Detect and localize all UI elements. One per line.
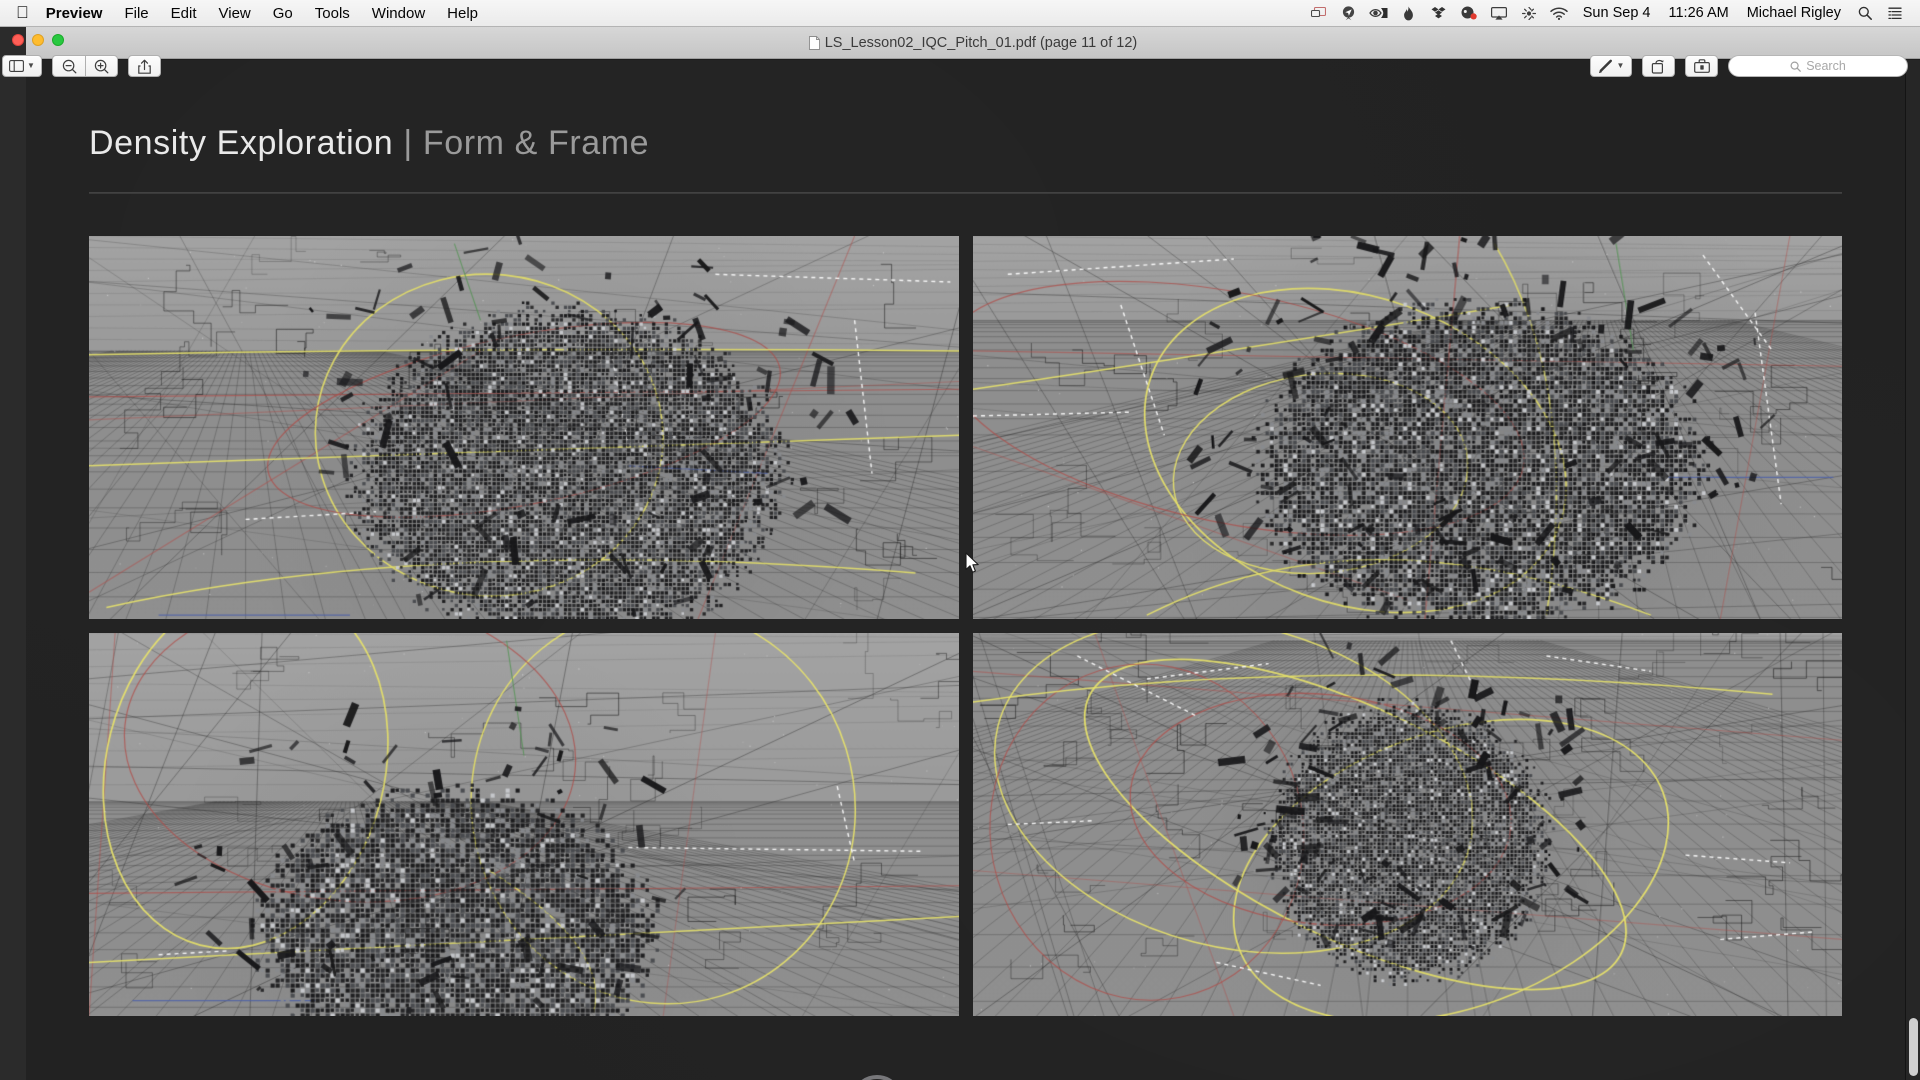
minimize-button[interactable] (32, 34, 44, 46)
render-bottom-right[interactable] (972, 633, 1842, 1016)
rotate-icon (1651, 59, 1664, 74)
menu-bar-status-area: Sun Sep 4 11:26 AM Michael Rigley (1304, 0, 1920, 27)
zoom-out-button[interactable] (52, 55, 85, 77)
preview-window: LS_Lesson02_IQC_Pitch_01.pdf (page 11 of… (0, 27, 1920, 1080)
sidebar-toggle-button[interactable]: ▼ (2, 55, 42, 77)
menubar-username[interactable]: Michael Rigley (1738, 5, 1850, 21)
page-title: Density Exploration | Form & Frame (89, 124, 649, 163)
toolbar-left-group: ▼ (2, 55, 161, 77)
chevron-down-icon: ▼ (27, 61, 35, 70)
render-grid (89, 236, 1842, 1016)
dropbox-icon[interactable] (1424, 0, 1454, 27)
wifi-icon[interactable] (1544, 0, 1574, 27)
zoom-button-group (52, 55, 118, 77)
close-button[interactable] (12, 34, 24, 46)
menu-item-view[interactable]: View (208, 0, 262, 27)
screen-mirroring-icon[interactable] (1304, 0, 1334, 27)
menu-item-window[interactable]: Window (361, 0, 436, 27)
render-top-left[interactable] (89, 236, 959, 619)
apple-menu-icon[interactable]:  (16, 4, 29, 21)
menubar-time[interactable]: 11:26 AM (1660, 5, 1738, 21)
vertical-scrollbar[interactable] (1905, 60, 1920, 1080)
sidebar-icon (9, 60, 24, 72)
menu-item-edit[interactable]: Edit (160, 0, 208, 27)
notification-center-icon[interactable] (1880, 0, 1910, 27)
toolbox-icon (1693, 59, 1710, 73)
menubar-date[interactable]: Sun Sep 4 (1574, 5, 1660, 21)
menu-item-help[interactable]: Help (436, 0, 489, 27)
markup-toolbar-button[interactable]: ▼ (1590, 55, 1632, 77)
bluetooth-sharing-icon[interactable] (1514, 0, 1544, 27)
location-pin-icon[interactable] (1334, 0, 1364, 27)
zoom-out-icon (62, 59, 76, 73)
window-left-edge (0, 27, 26, 1080)
search-icon[interactable] (1850, 0, 1880, 27)
menu-items: Preview File Edit View Go Tools Window Help (35, 0, 489, 27)
menu-item-preview[interactable]: Preview (35, 0, 114, 27)
macos-menu-bar:  PreviewFileEditViewGoToolsWindowHelp (0, 0, 1920, 27)
title-separator: | (403, 124, 413, 162)
mouse-cursor (965, 552, 979, 573)
chevron-down-icon: ▼ (1616, 61, 1625, 70)
annotate-toolbox-button[interactable] (1685, 55, 1718, 77)
menu-item-go[interactable]: Go (262, 0, 304, 27)
render-bottom-left[interactable] (89, 633, 959, 1016)
zoom-button[interactable] (52, 34, 64, 46)
rotate-button[interactable] (1642, 55, 1675, 77)
search-placeholder: Search (1806, 59, 1846, 73)
marker-pen-icon (1598, 59, 1612, 73)
menu-item-tools[interactable]: Tools (304, 0, 361, 27)
title-divider (89, 192, 1842, 194)
app-badge-icon[interactable] (1454, 0, 1484, 27)
render-top-right[interactable] (972, 236, 1842, 619)
window-traffic-lights (12, 34, 64, 46)
zoom-in-button[interactable] (85, 55, 118, 77)
search-input[interactable]: Search (1728, 55, 1908, 77)
title-primary: Density Exploration (89, 124, 394, 162)
nvidia-eye-icon[interactable] (1364, 0, 1394, 27)
zoom-in-icon (94, 59, 109, 73)
flame-icon[interactable] (1394, 0, 1424, 27)
window-title-text: LS_Lesson02_IQC_Pitch_01.pdf (page 11 of… (824, 35, 1138, 51)
toolbar-right-group: ▼ Search (1590, 55, 1908, 77)
title-secondary: Form & Frame (422, 124, 650, 162)
search-icon (1790, 60, 1802, 72)
document-icon (808, 36, 820, 50)
menu-item-file[interactable]: File (113, 0, 159, 27)
airplay-icon[interactable] (1484, 0, 1514, 27)
share-icon (138, 59, 151, 74)
share-button[interactable] (128, 55, 161, 77)
scrollbar-thumb[interactable] (1909, 1018, 1918, 1076)
